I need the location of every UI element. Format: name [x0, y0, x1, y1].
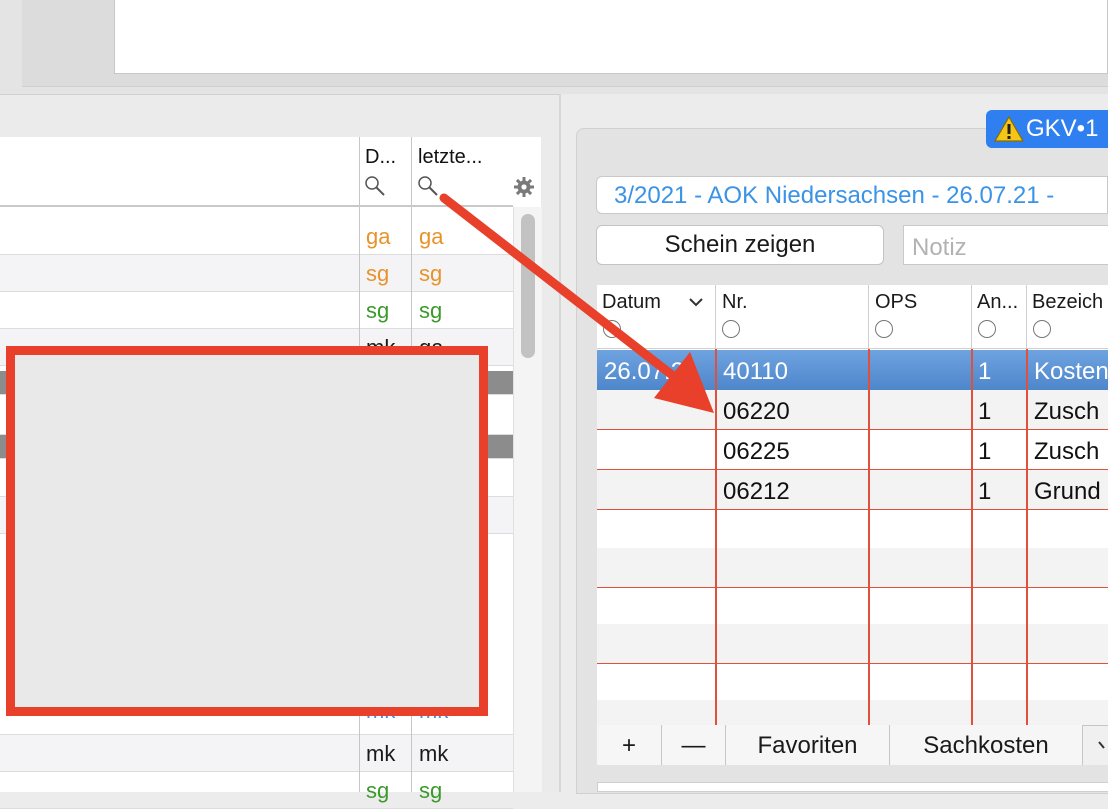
column-separator: [868, 349, 870, 725]
table-row[interactable]: 06220 1 Zusch: [597, 390, 1108, 430]
remove-button[interactable]: —: [662, 725, 726, 765]
cell-letzte: ga: [419, 224, 444, 249]
table-row[interactable]: 06212 1 Grund: [597, 470, 1108, 510]
gkv-badge[interactable]: GKV•1: [986, 110, 1108, 148]
column-separator: [359, 137, 360, 205]
cell-nr: 40110: [723, 358, 788, 385]
filter-radio[interactable]: [875, 320, 893, 338]
column-header-ops[interactable]: OPS: [875, 291, 917, 314]
warning-icon: [994, 115, 1024, 142]
cell-bezeichnung: Kosten: [1034, 358, 1108, 385]
notiz-input[interactable]: Notiz: [903, 225, 1108, 265]
cell-letzte: sg: [419, 778, 443, 803]
cell-anzahl: 1: [978, 358, 992, 385]
pane-divider[interactable]: [559, 94, 561, 792]
column-separator: [868, 285, 869, 349]
column-header-datum[interactable]: Datum: [602, 291, 661, 314]
cell-d: sg: [366, 261, 390, 286]
table-row[interactable]: mk mk: [0, 735, 513, 772]
cell-nr: 06220: [723, 398, 790, 425]
add-button[interactable]: +: [597, 725, 662, 765]
schein-selector[interactable]: 3/2021 - AOK Niedersachsen - 26.07.21 -: [596, 176, 1108, 214]
cell-nr: 06225: [723, 438, 790, 465]
cell-letzte: mk: [419, 741, 449, 766]
search-icon[interactable]: [364, 175, 386, 197]
column-separator: [971, 349, 973, 725]
chevron-down-icon[interactable]: [688, 296, 704, 308]
cell-bezeichnung: Zusch: [1034, 438, 1100, 465]
cell-nr: 06212: [723, 478, 790, 505]
column-separator: [1026, 349, 1028, 725]
table-row[interactable]: sg sg: [0, 292, 513, 329]
cell-bezeichnung: Grund: [1034, 478, 1101, 505]
empty-row[interactable]: [597, 548, 1108, 588]
table-row[interactable]: 26.07.21 40110 1 Kosten: [597, 350, 1108, 390]
sachkosten-button[interactable]: Sachkosten: [890, 725, 1083, 765]
cell-datum: 26.07.21: [604, 358, 698, 385]
cell-letzte: sg: [419, 298, 443, 323]
table-row[interactable]: 06225 1 Zusch: [597, 430, 1108, 470]
cell-bezeichnung: Zusch: [1034, 398, 1100, 425]
filter-radio[interactable]: [603, 320, 621, 338]
filter-radio[interactable]: [1033, 320, 1051, 338]
filter-radio[interactable]: [978, 320, 996, 338]
top-text-area[interactable]: [114, 0, 1108, 74]
table-row[interactable]: ga ga: [0, 218, 513, 255]
empty-row[interactable]: [597, 510, 1108, 550]
favoriten-button[interactable]: Favoriten: [726, 725, 890, 765]
filter-radio[interactable]: [722, 320, 740, 338]
cell-d: mk: [366, 741, 396, 766]
column-header-letzte[interactable]: letzte...: [418, 146, 482, 169]
column-separator: [715, 349, 717, 725]
cell-anzahl: 1: [978, 478, 992, 505]
column-separator: [1026, 285, 1027, 349]
gkv-badge-label: GKV•1: [1026, 115, 1099, 142]
scrollbar-thumb[interactable]: [521, 214, 535, 358]
empty-row[interactable]: [597, 624, 1108, 664]
column-separator: [411, 137, 412, 205]
cell-d: sg: [366, 778, 390, 803]
cell-anzahl: 1: [978, 398, 992, 425]
column-header-nr[interactable]: Nr.: [722, 291, 748, 314]
column-separator: [715, 285, 716, 349]
empty-row[interactable]: [597, 700, 1108, 725]
cell-anzahl: 1: [978, 438, 992, 465]
column-header-d[interactable]: D...: [365, 146, 396, 169]
empty-row[interactable]: [597, 662, 1108, 702]
gear-icon[interactable]: [513, 176, 535, 198]
search-icon[interactable]: [417, 175, 439, 197]
cell-letzte: sg: [419, 261, 443, 286]
table-row[interactable]: sg sg: [0, 255, 513, 292]
column-header-anzahl[interactable]: An...: [977, 291, 1018, 314]
empty-row[interactable]: [597, 586, 1108, 626]
column-separator: [971, 285, 972, 349]
redaction-box: [6, 346, 488, 716]
table-row[interactable]: sg sg: [0, 772, 513, 809]
chevron-down-icon[interactable]: [1098, 740, 1108, 750]
cell-d: sg: [366, 298, 390, 323]
column-header-bezeichnung[interactable]: Bezeich: [1032, 291, 1103, 314]
schein-zeigen-button[interactable]: Schein zeigen: [596, 225, 884, 265]
cell-d: ga: [366, 224, 391, 249]
lower-panel: [597, 782, 1108, 792]
